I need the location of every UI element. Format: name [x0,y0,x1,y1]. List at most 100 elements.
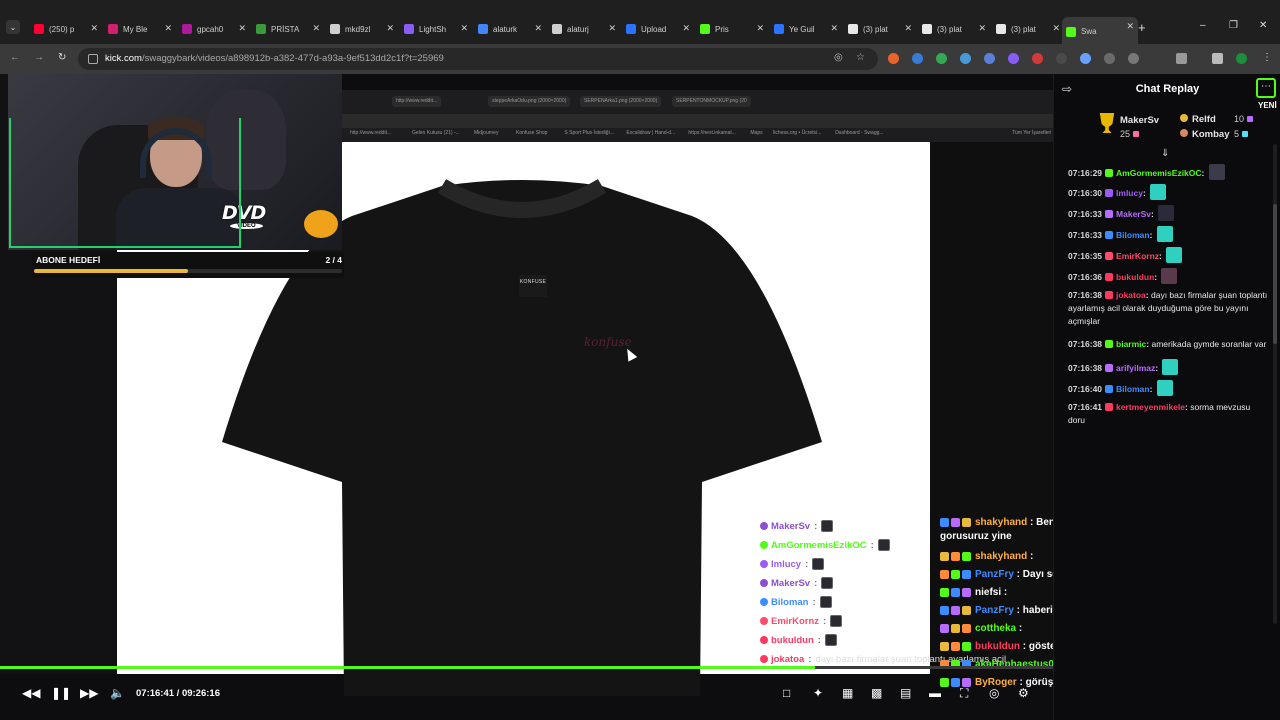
extension-icon[interactable] [1104,53,1115,64]
extension-icon[interactable] [1128,53,1139,64]
browser-tab[interactable]: Upload ✕ [622,19,694,39]
forward-icon[interactable]: → [34,52,44,63]
browser-tab[interactable]: LightSh ✕ [400,19,472,39]
badge-icon [962,551,971,561]
extensions-puzzle-icon[interactable] [1176,53,1187,64]
address-bar[interactable]: kick.com/swaggybark/videos/a898912b-a382… [78,48,878,70]
chat-scrollbar-thumb[interactable] [1273,204,1277,344]
extension-icon[interactable] [1056,53,1067,64]
video-seek-bar[interactable] [0,666,1053,669]
bookmark-star-icon[interactable]: ☆ [856,52,865,63]
chat-username[interactable]: Biloman [1116,384,1150,394]
maximize-icon[interactable]: ❐ [1229,20,1238,31]
site-info-icon[interactable] [88,54,98,64]
browser-tab[interactable]: alaturk ✕ [474,19,546,39]
tab-close-icon[interactable]: ✕ [682,23,690,34]
chat-timestamp: 07:16:29 [1068,168,1103,178]
tab-close-icon[interactable]: ✕ [608,23,616,34]
pause-icon[interactable]: ❚❚ [51,686,71,700]
extension-icon[interactable] [936,53,947,64]
chat-username[interactable]: AmGormemisEzikOC [1116,168,1202,178]
tab-close-icon[interactable]: ✕ [238,23,246,34]
browser-tab[interactable]: Swa ✕ [1062,17,1138,44]
extension-icon[interactable] [1080,53,1091,64]
quality-icon[interactable]: ◎ [989,686,999,700]
clip-crop-icon[interactable]: □ [783,686,790,700]
inner-bookmark: lichess.org • Ücretsi... [773,130,822,136]
chat-timestamp: 07:16:40 [1068,384,1103,394]
back-icon[interactable]: ← [10,52,20,63]
tab-close-icon[interactable]: ✕ [164,23,172,34]
browser-tab[interactable]: Pris ✕ [696,19,768,39]
chat-overlay-icon[interactable]: ▤ [900,686,911,700]
chat-timestamp: 07:16:33 [1068,230,1103,240]
extension-icon[interactable] [984,53,995,64]
extension-icon[interactable] [912,53,923,64]
chat-username[interactable]: MakerSv [1116,209,1151,219]
tab-close-icon[interactable]: ✕ [756,23,764,34]
reload-icon[interactable]: ↻ [58,52,66,63]
chat-username[interactable]: bukuldun [1116,272,1154,282]
tab-close-icon[interactable]: ✕ [904,23,912,34]
tab-favicon-icon [996,24,1006,34]
browser-tab[interactable]: My Ble ✕ [104,19,176,39]
browser-tab[interactable]: gpcah0 ✕ [178,19,250,39]
tab-label: Ye Guil [789,24,815,34]
chat-username[interactable]: kertmeyenmikele [1116,402,1185,412]
profile-avatar[interactable] [1236,53,1247,64]
browser-tab[interactable]: (3) plat ✕ [844,19,916,39]
minimize-icon[interactable]: – [1200,20,1206,31]
tab-close-icon[interactable]: ✕ [386,23,394,34]
volume-icon[interactable]: 🔈 [110,686,125,700]
tab-favicon-icon [922,24,932,34]
sparkle-icon[interactable]: ✦ [813,686,823,700]
scroll-to-latest-icon[interactable]: ⇓ [1161,148,1169,159]
tab-close-icon[interactable]: ✕ [1126,21,1134,32]
tab-close-icon[interactable]: ✕ [312,23,320,34]
chat-username[interactable]: Biloman [1116,230,1150,240]
video-player[interactable]: http://www.reddit... steppeArkaOdu.png (… [0,74,1053,720]
tab-close-icon[interactable]: ✕ [460,23,468,34]
tab-close-icon[interactable]: ✕ [90,23,98,34]
settings-gear-icon[interactable]: ⚙ [1018,686,1029,700]
reading-list-icon[interactable] [1212,53,1223,64]
extension-icon[interactable] [1032,53,1043,64]
tab-label: alaturk [493,24,518,34]
inner-bookmark: Gelen Kutusu (21) -... [412,130,460,136]
chat-scrollbar[interactable] [1273,144,1277,624]
chat-more-options-icon[interactable]: ⋯ [1256,78,1276,98]
browser-menu-icon[interactable]: ⋮ [1262,52,1272,63]
captions-icon[interactable]: ▬ [929,686,941,700]
tab-close-icon[interactable]: ✕ [830,23,838,34]
browser-tab[interactable]: mkd9zl ✕ [326,19,398,39]
browser-tab[interactable]: Ye Guil ✕ [770,19,842,39]
browser-tab[interactable]: PRİSTA ✕ [252,19,324,39]
browser-tab[interactable]: alaturj ✕ [548,19,620,39]
browser-tab[interactable]: (3) plat ✕ [992,19,1064,39]
new-tab-plus-icon[interactable]: + [1138,20,1146,35]
extension-icon[interactable] [888,53,899,64]
close-window-icon[interactable]: ✕ [1259,20,1267,31]
tab-close-icon[interactable]: ✕ [978,23,986,34]
tab-close-icon[interactable]: ✕ [534,23,542,34]
extension-icon[interactable] [960,53,971,64]
pip-icon[interactable]: ▩ [871,686,882,700]
chat-username[interactable]: arifyilmaz [1116,363,1155,373]
browser-tab[interactable]: (250) p ✕ [30,19,102,39]
tracking-eye-icon[interactable]: ◎ [834,52,843,63]
browser-tab[interactable]: (3) plat ✕ [918,19,990,39]
chat-username[interactable]: EmirKornz [1116,251,1159,261]
theater-mode-icon[interactable]: ▦ [842,686,853,700]
tab-close-icon[interactable]: ✕ [1052,23,1060,34]
brand-neck-label: KONFUSE [519,275,547,297]
fullscreen-icon[interactable]: ⛶ [960,686,968,701]
chat-message: 07:16:36 bukuldun: [1068,268,1268,284]
chat-username[interactable]: jokatoa [1116,290,1146,300]
fast-forward-icon[interactable]: ▶▶ [80,686,98,700]
chat-username[interactable]: biarmic [1116,339,1146,349]
tab-search-chevron-icon[interactable]: ⌄ [6,20,20,34]
rewind-icon[interactable]: ◀◀ [22,686,40,700]
chat-username[interactable]: Imlucy [1116,188,1143,198]
badge-icon [951,587,960,597]
extension-icon[interactable] [1008,53,1019,64]
